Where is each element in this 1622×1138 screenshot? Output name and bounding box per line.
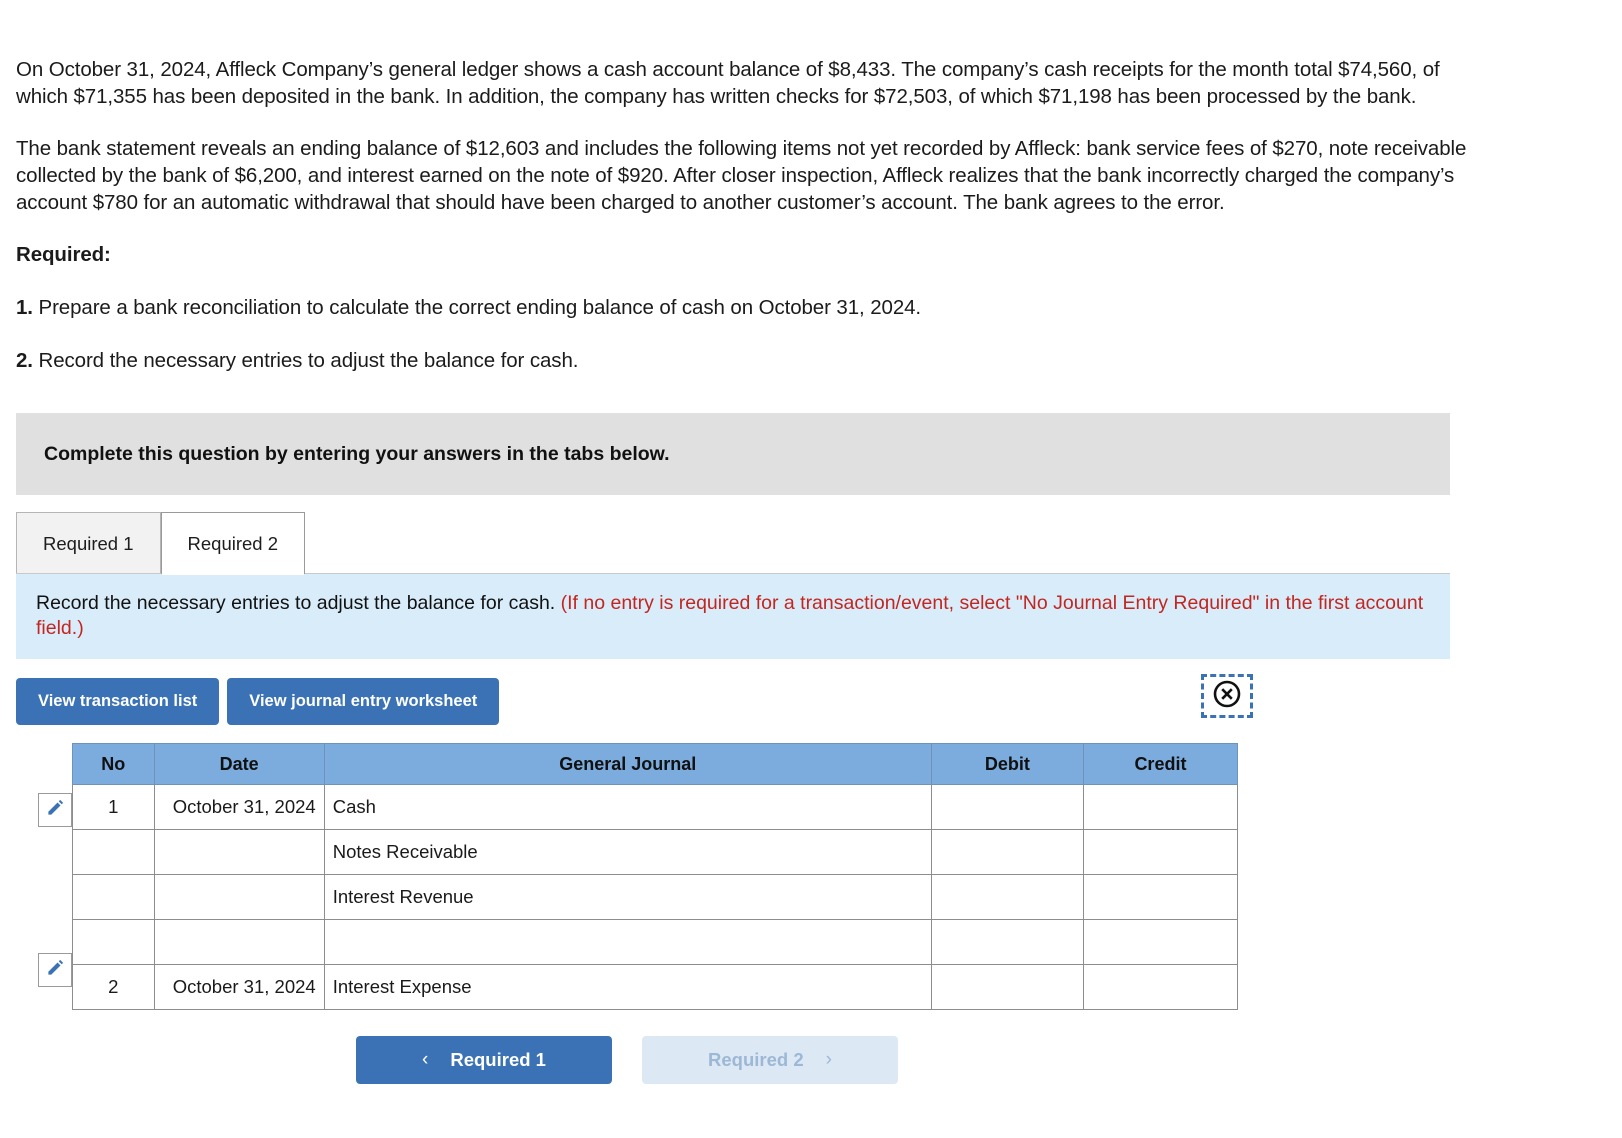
instruction-strip: Record the necessary entries to adjust t… [16, 574, 1450, 659]
cell-credit[interactable] [1082, 919, 1239, 965]
instruction-main: Record the necessary entries to adjust t… [36, 592, 561, 614]
requirement-1: 1. Prepare a bank reconciliation to calc… [16, 294, 1471, 322]
table-row [72, 919, 1239, 965]
complete-question-banner: Complete this question by entering your … [16, 413, 1450, 495]
cell-date: October 31, 2024 [153, 964, 325, 1010]
cell-no: 2 [72, 964, 155, 1010]
chevron-left-icon: ‹ [422, 1049, 429, 1070]
journal-entry-table-wrap: No Date General Journal Debit Credit 1 O… [16, 743, 1276, 1010]
edit-entry-2-button[interactable] [38, 953, 72, 987]
cell-credit[interactable] [1082, 784, 1239, 830]
column-header-credit: Credit [1082, 743, 1239, 785]
worksheet-toolbar: View transaction list View journal entry… [16, 674, 1450, 725]
column-header-date: Date [153, 743, 325, 785]
table-row: Interest Revenue [72, 874, 1239, 920]
cell-date [153, 829, 325, 875]
requirement-2: 2. Record the necessary entries to adjus… [16, 347, 1471, 375]
cell-account[interactable]: Notes Receivable [323, 829, 932, 875]
requirement-2-number: 2. [16, 349, 33, 372]
pencil-icon [46, 798, 65, 822]
cell-account[interactable] [323, 919, 932, 965]
cell-credit[interactable] [1082, 964, 1239, 1010]
cell-account[interactable]: Cash [323, 784, 932, 830]
table-row: Notes Receivable [72, 829, 1239, 875]
cell-debit[interactable] [930, 919, 1084, 965]
column-header-debit: Debit [930, 743, 1084, 785]
cell-date: October 31, 2024 [153, 784, 325, 830]
problem-paragraph-1: On October 31, 2024, Affleck Company’s g… [16, 58, 1440, 108]
tab-required-1-label: Required 1 [43, 532, 134, 554]
next-requirement-button[interactable]: Required 2 › [642, 1036, 898, 1084]
view-transaction-list-button[interactable]: View transaction list [16, 678, 220, 725]
problem-statement: On October 31, 2024, Affleck Company’s g… [16, 0, 1471, 375]
cell-account[interactable]: Interest Expense [323, 964, 932, 1010]
journal-entry-table: No Date General Journal Debit Credit 1 O… [72, 743, 1239, 1010]
cell-credit[interactable] [1082, 874, 1239, 920]
column-header-no: No [72, 743, 155, 785]
pencil-icon [46, 958, 65, 982]
cell-credit[interactable] [1082, 829, 1239, 875]
close-worksheet-button[interactable] [1201, 674, 1253, 718]
requirement-tabs: Required 1 Required 2 [16, 512, 1450, 575]
tab-required-2[interactable]: Required 2 [160, 512, 306, 575]
tab-required-1[interactable]: Required 1 [16, 512, 161, 574]
table-row: 2 October 31, 2024 Interest Expense [72, 964, 1239, 1010]
chevron-right-icon: › [825, 1049, 832, 1070]
previous-requirement-label: Required 1 [450, 1049, 546, 1070]
next-requirement-label: Required 2 [708, 1049, 804, 1070]
cell-no [72, 874, 155, 920]
requirement-2-text: Record the necessary entries to adjust t… [32, 349, 579, 372]
cell-no [72, 829, 155, 875]
edit-entry-1-button[interactable] [38, 793, 72, 827]
requirement-navigation: ‹ Required 1 Required 2 › [16, 1036, 1238, 1084]
table-row: 1 October 31, 2024 Cash [72, 784, 1239, 830]
cell-debit[interactable] [930, 964, 1084, 1010]
table-header-row: No Date General Journal Debit Credit [72, 743, 1239, 785]
requirement-1-text: Prepare a bank reconciliation to calcula… [32, 296, 922, 319]
circle-x-icon [1212, 679, 1242, 714]
cell-account[interactable]: Interest Revenue [323, 874, 932, 920]
required-heading: Required: [16, 243, 111, 266]
cell-no [72, 919, 155, 965]
previous-requirement-button[interactable]: ‹ Required 1 [356, 1036, 612, 1084]
tab-required-2-label: Required 2 [187, 532, 279, 554]
cell-no: 1 [72, 784, 155, 830]
cell-date [153, 919, 325, 965]
column-header-general-journal: General Journal [323, 743, 932, 785]
cell-debit[interactable] [930, 874, 1084, 920]
banner-text: Complete this question by entering your … [44, 442, 670, 465]
problem-paragraph-2: The bank statement reveals an ending bal… [16, 137, 1467, 214]
requirement-1-number: 1. [16, 296, 33, 319]
cell-debit[interactable] [930, 784, 1084, 830]
view-journal-entry-worksheet-button[interactable]: View journal entry worksheet [227, 678, 500, 725]
cell-debit[interactable] [930, 829, 1084, 875]
question-page: On October 31, 2024, Affleck Company’s g… [0, 0, 1622, 1138]
cell-date [153, 874, 325, 920]
